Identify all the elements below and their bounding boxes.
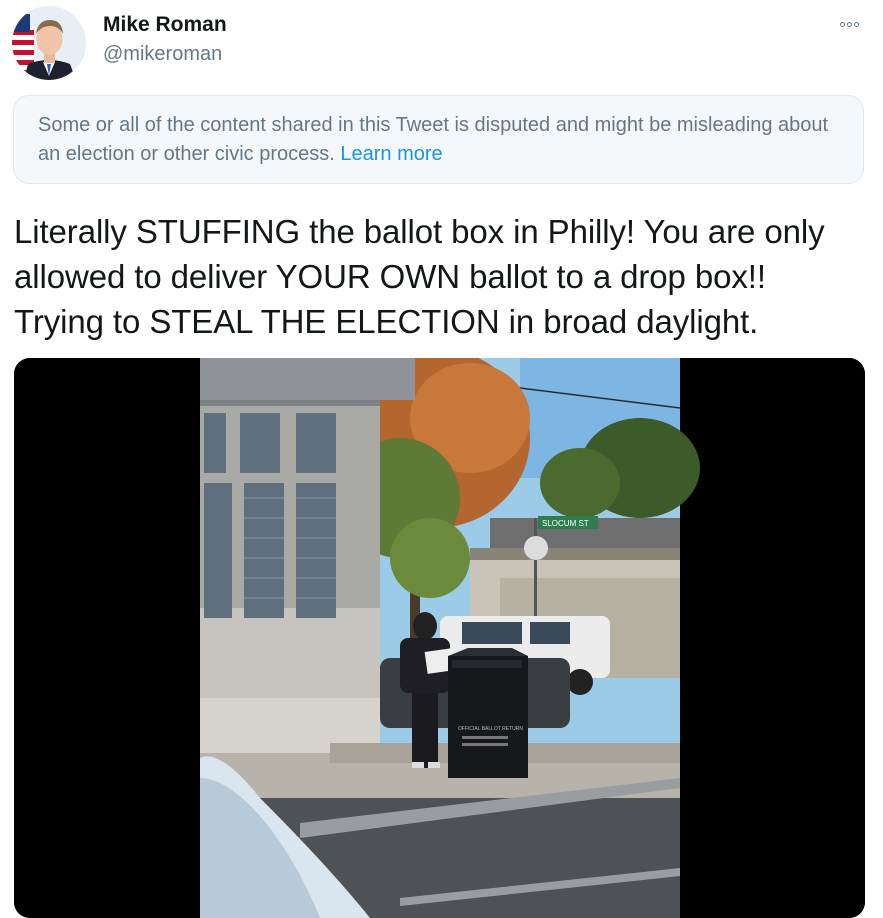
author-handle[interactable]: @mikeroman (103, 43, 222, 66)
avatar[interactable] (12, 6, 86, 80)
tweet-text-line: Literally STUFFING the ballot box in Phi… (14, 213, 825, 250)
tweet-text-line: allowed to deliver YOUR OWN ballot to a … (14, 258, 766, 295)
dot-icon (839, 21, 845, 27)
disputed-notice: Some or all of the content shared in thi… (13, 95, 864, 184)
dot-icon (846, 21, 852, 27)
author-name[interactable]: Mike Roman (103, 13, 227, 37)
profile-photo (12, 6, 86, 80)
tweet-text-line: Trying to STEAL THE ELECTION in broad da… (14, 303, 759, 340)
video-frame: SLOCUM ST OFFICIAL BALLOT RETURN (14, 358, 865, 918)
street-sign-text: SLOCUM ST (542, 519, 589, 528)
tweet-text: Literally STUFFING the ballot box in Phi… (14, 209, 874, 344)
tweet: Mike Roman @mikeroman Some or all of the… (0, 0, 883, 918)
tweet-video[interactable]: SLOCUM ST OFFICIAL BALLOT RETURN (14, 358, 865, 918)
more-options-icon[interactable] (834, 14, 864, 34)
dropbox-label: OFFICIAL BALLOT RETURN (458, 726, 523, 732)
learn-more-link[interactable]: Learn more (340, 143, 442, 165)
dot-icon (853, 21, 859, 27)
